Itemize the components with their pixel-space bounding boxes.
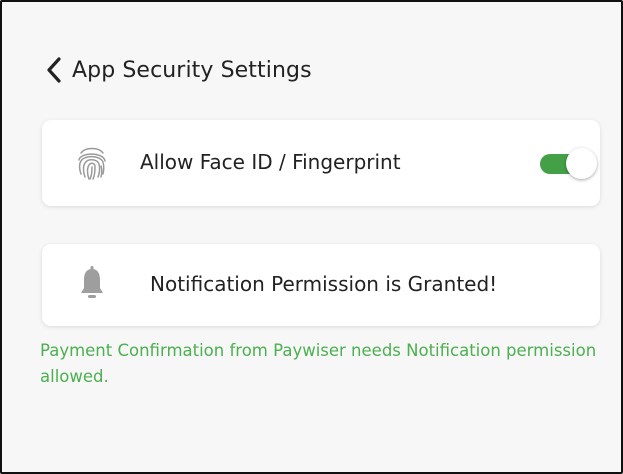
notification-label: Notification Permission is Granted!: [150, 272, 498, 296]
toggle-knob: [566, 148, 597, 179]
biometric-card: Allow Face ID / Fingerprint: [42, 120, 600, 206]
fingerprint-icon: [78, 147, 106, 180]
notification-info-text: Payment Confirmation from Paywiser needs…: [40, 341, 597, 386]
chevron-left-icon: [47, 57, 61, 83]
notification-card: Notification Permission is Granted!: [42, 244, 600, 326]
app-screen: App Security Settings Allow Face ID / Fi…: [0, 0, 623, 474]
back-button[interactable]: [42, 55, 66, 85]
biometric-toggle[interactable]: [540, 146, 598, 180]
biometric-label: Allow Face ID / Fingerprint: [140, 150, 401, 174]
bell-icon: [81, 266, 103, 298]
header: App Security Settings: [42, 52, 312, 88]
page-title: App Security Settings: [72, 57, 312, 83]
